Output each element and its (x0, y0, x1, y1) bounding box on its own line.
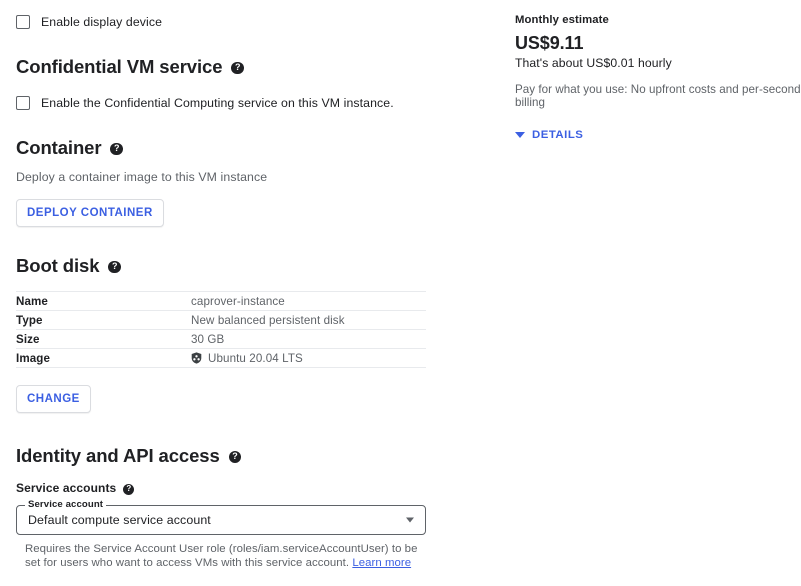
confidential-computing-label: Enable the Confidential Computing servic… (41, 95, 394, 111)
container-description: Deploy a container image to this VM inst… (16, 170, 470, 184)
boot-disk-key: Type (16, 311, 191, 330)
boot-disk-heading: Boot disk ? (16, 255, 470, 277)
enable-display-device-checkbox[interactable] (16, 15, 30, 29)
identity-api-access-heading: Identity and API access ? (16, 445, 470, 467)
change-boot-disk-button[interactable]: CHANGE (16, 385, 91, 413)
monthly-estimate-label: Monthly estimate (515, 14, 801, 26)
chevron-down-icon (515, 132, 525, 138)
container-heading: Container ? (16, 137, 470, 159)
monthly-estimate-panel: Monthly estimate US$9.11 That's about US… (515, 14, 801, 143)
boot-disk-key: Name (16, 292, 191, 311)
boot-disk-image-label: Ubuntu 20.04 LTS (208, 352, 303, 365)
table-row: Name caprover-instance (16, 292, 426, 311)
confidential-computing-checkbox[interactable] (16, 96, 30, 110)
container-heading-text: Container (16, 137, 101, 159)
table-row: Type New balanced persistent disk (16, 311, 426, 330)
monthly-estimate-note: Pay for what you use: No upfront costs a… (515, 83, 801, 109)
boot-disk-heading-text: Boot disk (16, 255, 99, 277)
service-accounts-label: Service accounts (16, 481, 116, 495)
service-account-hint: Requires the Service Account User role (… (25, 543, 425, 570)
confidential-computing-row[interactable]: Enable the Confidential Computing servic… (16, 95, 470, 111)
learn-more-link[interactable]: Learn more (352, 557, 411, 569)
ubuntu-icon (191, 352, 202, 364)
boot-disk-value-cell: Ubuntu 20.04 LTS (191, 349, 426, 368)
monthly-estimate-hourly: That's about US$0.01 hourly (515, 56, 801, 70)
deploy-container-button-wrap: DEPLOY CONTAINER (16, 199, 470, 227)
change-button-wrap: CHANGE (16, 385, 470, 413)
chevron-down-icon[interactable] (406, 518, 414, 523)
identity-api-access-heading-text: Identity and API access (16, 445, 220, 467)
confidential-vm-heading: Confidential VM service ? (16, 56, 470, 78)
left-column: Enable display device Confidential VM se… (0, 0, 470, 586)
vm-create-form-page: Enable display device Confidential VM se… (0, 0, 801, 586)
service-account-selected-value: Default compute service account (28, 513, 211, 527)
help-icon[interactable]: ? (108, 261, 121, 274)
table-row: Size 30 GB (16, 330, 426, 349)
monthly-estimate-price: US$9.11 (515, 33, 801, 54)
table-row: Image Ubuntu 20.04 LTS (16, 349, 426, 368)
boot-disk-table: Name caprover-instance Type New balanced… (16, 291, 426, 368)
enable-display-device-label: Enable display device (41, 14, 162, 30)
estimate-details-toggle[interactable]: DETAILS (515, 129, 583, 141)
boot-disk-value: caprover-instance (191, 292, 426, 311)
confidential-vm-heading-text: Confidential VM service (16, 56, 222, 78)
help-icon[interactable]: ? (123, 484, 134, 495)
help-icon[interactable]: ? (231, 62, 244, 75)
help-icon[interactable]: ? (229, 451, 242, 464)
boot-disk-key: Size (16, 330, 191, 349)
boot-disk-key: Image (16, 349, 191, 368)
estimate-details-label: DETAILS (532, 129, 583, 141)
boot-disk-value: New balanced persistent disk (191, 311, 426, 330)
help-icon[interactable]: ? (110, 143, 123, 156)
deploy-container-button[interactable]: DEPLOY CONTAINER (16, 199, 164, 227)
enable-display-device-row[interactable]: Enable display device (16, 14, 470, 30)
service-account-field-legend: Service account (25, 499, 106, 510)
service-accounts-label-row: Service accounts ? (16, 481, 470, 495)
boot-disk-value: 30 GB (191, 330, 426, 349)
service-account-select[interactable]: Service account Default compute service … (16, 505, 426, 535)
